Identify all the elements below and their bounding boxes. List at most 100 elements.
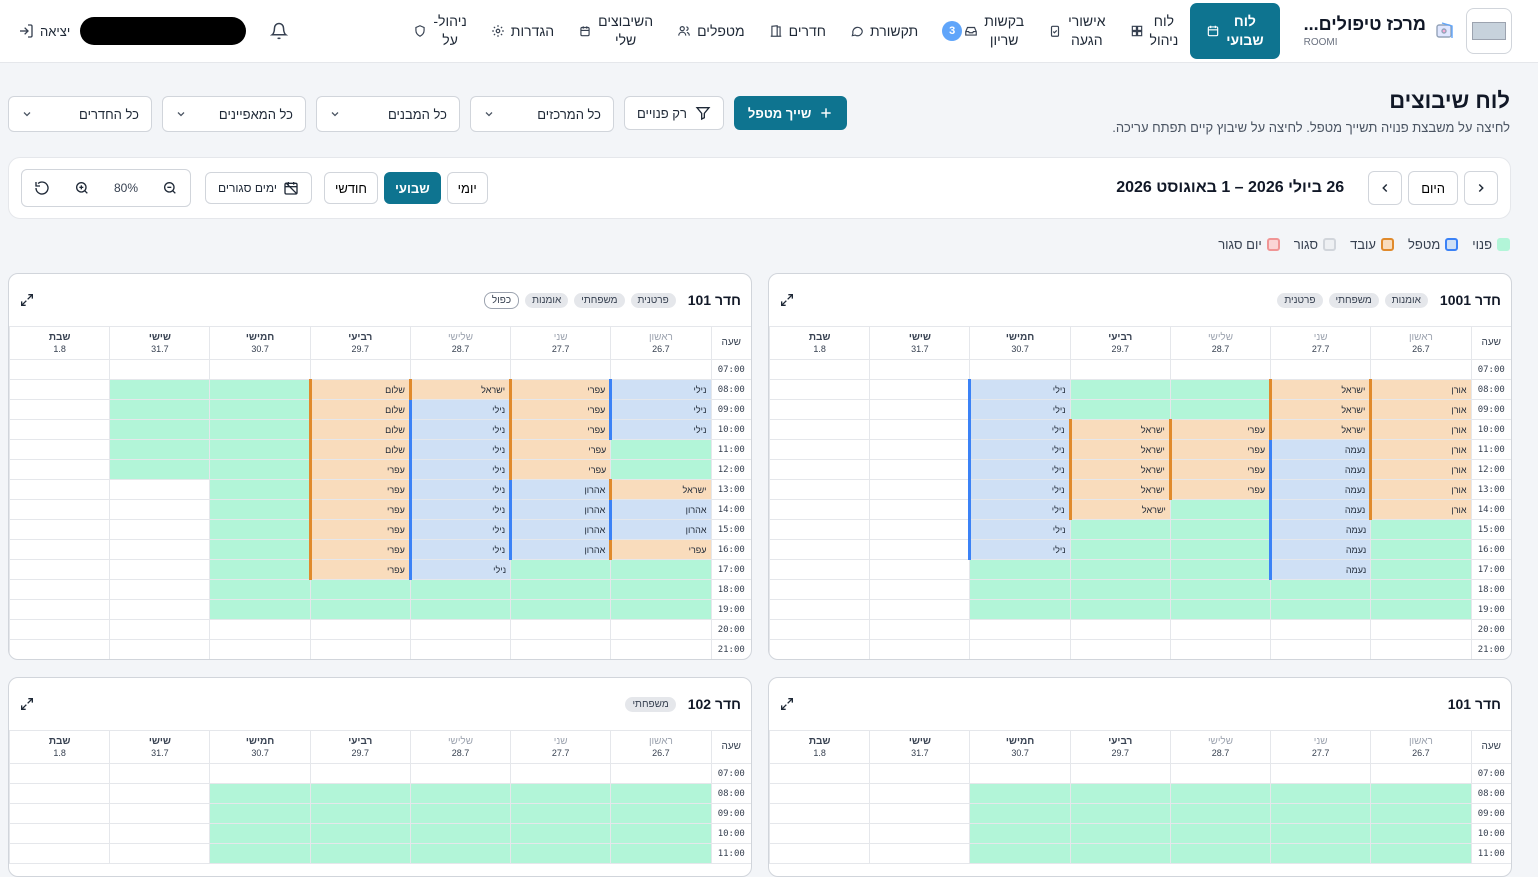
therapist-booking[interactable]: נילי	[609, 419, 711, 440]
therapist-booking[interactable]: נילי	[609, 379, 711, 400]
free-slot[interactable]	[1169, 599, 1271, 620]
free-slot[interactable]	[610, 803, 711, 824]
therapist-booking[interactable]: נעמה	[1269, 459, 1371, 480]
user-name-redacted[interactable]	[80, 17, 247, 45]
free-slot[interactable]	[1069, 399, 1171, 420]
worker-booking[interactable]: אורן	[1369, 419, 1471, 440]
free-slot[interactable]	[309, 599, 411, 620]
free-slot[interactable]	[610, 459, 711, 480]
worker-booking[interactable]: עפרי	[509, 379, 611, 400]
free-slot[interactable]	[1370, 519, 1471, 540]
free-slot[interactable]	[209, 499, 311, 520]
logout-button[interactable]: יציאה	[18, 23, 70, 39]
free-slot[interactable]	[209, 519, 311, 540]
therapist-booking[interactable]: נילי	[968, 399, 1071, 420]
therapist-booking[interactable]: נילי	[968, 499, 1071, 520]
free-slot[interactable]	[969, 823, 1071, 844]
free-slot[interactable]	[409, 783, 511, 804]
free-slot[interactable]	[1169, 519, 1271, 540]
therapist-booking[interactable]: נילי	[408, 479, 511, 500]
free-slot[interactable]	[1169, 823, 1271, 844]
free-slot[interactable]	[209, 379, 311, 400]
free-slot[interactable]	[1069, 539, 1171, 560]
therapist-booking[interactable]: אהרון	[509, 519, 611, 540]
prev-week-button[interactable]	[1464, 171, 1498, 205]
next-week-button[interactable]	[1368, 171, 1403, 205]
free-slot[interactable]	[209, 479, 311, 500]
worker-booking[interactable]: ישראל	[1068, 479, 1171, 500]
free-slot[interactable]	[1370, 579, 1471, 600]
worker-booking[interactable]: שלום	[308, 439, 411, 460]
free-slot[interactable]	[209, 783, 311, 804]
free-slot[interactable]	[1069, 379, 1171, 400]
nav-item-requests[interactable]: בקשות שריון 3	[930, 3, 1036, 59]
worker-booking[interactable]: ישראל	[1068, 499, 1171, 520]
worker-booking[interactable]: אורן	[1369, 459, 1471, 480]
therapist-booking[interactable]: נילי	[408, 519, 511, 540]
worker-booking[interactable]: עפרי	[509, 419, 611, 440]
free-slot[interactable]	[1270, 823, 1371, 844]
therapist-booking[interactable]: נילי	[968, 439, 1071, 460]
therapist-booking[interactable]: נילי	[408, 539, 511, 560]
view-0-button[interactable]: יומי	[446, 172, 488, 204]
center-logo[interactable]	[1466, 8, 1512, 54]
free-slot[interactable]	[1270, 599, 1371, 620]
free-slot[interactable]	[1270, 783, 1371, 804]
worker-booking[interactable]: עפרי	[308, 499, 411, 520]
free-slot[interactable]	[969, 559, 1071, 580]
worker-booking[interactable]: עפרי	[308, 479, 411, 500]
free-slot[interactable]	[510, 823, 611, 844]
therapist-booking[interactable]: אהרון	[509, 499, 611, 520]
free-slot[interactable]	[969, 599, 1071, 620]
free-slot[interactable]	[109, 399, 210, 420]
therapist-booking[interactable]: נעמה	[1269, 439, 1371, 460]
free-slot[interactable]	[409, 843, 511, 864]
free-slot[interactable]	[409, 803, 511, 824]
worker-booking[interactable]: אורן	[1369, 499, 1471, 520]
therapist-booking[interactable]: נעמה	[1269, 559, 1371, 580]
therapist-booking[interactable]: נילי	[408, 399, 511, 420]
worker-booking[interactable]: ישראל	[408, 379, 511, 400]
free-slot[interactable]	[309, 823, 411, 844]
worker-booking[interactable]: עפרי	[308, 539, 411, 560]
free-slot[interactable]	[1270, 843, 1371, 864]
free-slot[interactable]	[1069, 803, 1171, 824]
expand-icon[interactable]	[19, 696, 35, 712]
free-slot[interactable]	[510, 803, 611, 824]
nav-item-comms[interactable]: תקשורת	[838, 3, 930, 59]
free-slot[interactable]	[510, 579, 611, 600]
zoom-in-icon[interactable]	[74, 180, 90, 196]
worker-booking[interactable]: ישראל	[1269, 419, 1371, 440]
free-slot[interactable]	[209, 439, 311, 460]
free-slot[interactable]	[1370, 803, 1471, 824]
free-only-button[interactable]: רק פנויים	[624, 96, 724, 130]
therapist-booking[interactable]: אהרון	[609, 499, 711, 520]
free-slot[interactable]	[1169, 559, 1271, 580]
therapist-booking[interactable]: אהרון	[609, 519, 711, 540]
free-slot[interactable]	[1169, 803, 1271, 824]
therapist-booking[interactable]: נילי	[968, 419, 1071, 440]
therapist-booking[interactable]: נילי	[408, 559, 511, 580]
free-slot[interactable]	[1069, 579, 1171, 600]
therapist-booking[interactable]: נילי	[968, 459, 1071, 480]
worker-booking[interactable]: שלום	[308, 379, 411, 400]
therapist-booking[interactable]: נילי	[968, 379, 1071, 400]
free-slot[interactable]	[1169, 579, 1271, 600]
nav-item-board[interactable]: לוח ניהול	[1118, 3, 1191, 59]
free-slot[interactable]	[109, 379, 210, 400]
filter-select-3[interactable]: כל החדרים	[8, 96, 152, 132]
free-slot[interactable]	[1370, 559, 1471, 580]
nav-item-therapists[interactable]: מטפלים	[665, 3, 757, 59]
free-slot[interactable]	[969, 803, 1071, 824]
free-slot[interactable]	[969, 843, 1071, 864]
free-slot[interactable]	[309, 579, 411, 600]
free-slot[interactable]	[1270, 579, 1371, 600]
worker-booking[interactable]: ישראל	[609, 479, 711, 500]
free-slot[interactable]	[510, 843, 611, 864]
worker-booking[interactable]: עפרי	[509, 399, 611, 420]
today-button[interactable]: היום	[1408, 171, 1458, 205]
free-slot[interactable]	[409, 599, 511, 620]
view-1-button[interactable]: שבועי	[383, 172, 441, 204]
therapist-booking[interactable]: נעמה	[1269, 499, 1371, 520]
therapist-booking[interactable]: נילי	[609, 399, 711, 420]
